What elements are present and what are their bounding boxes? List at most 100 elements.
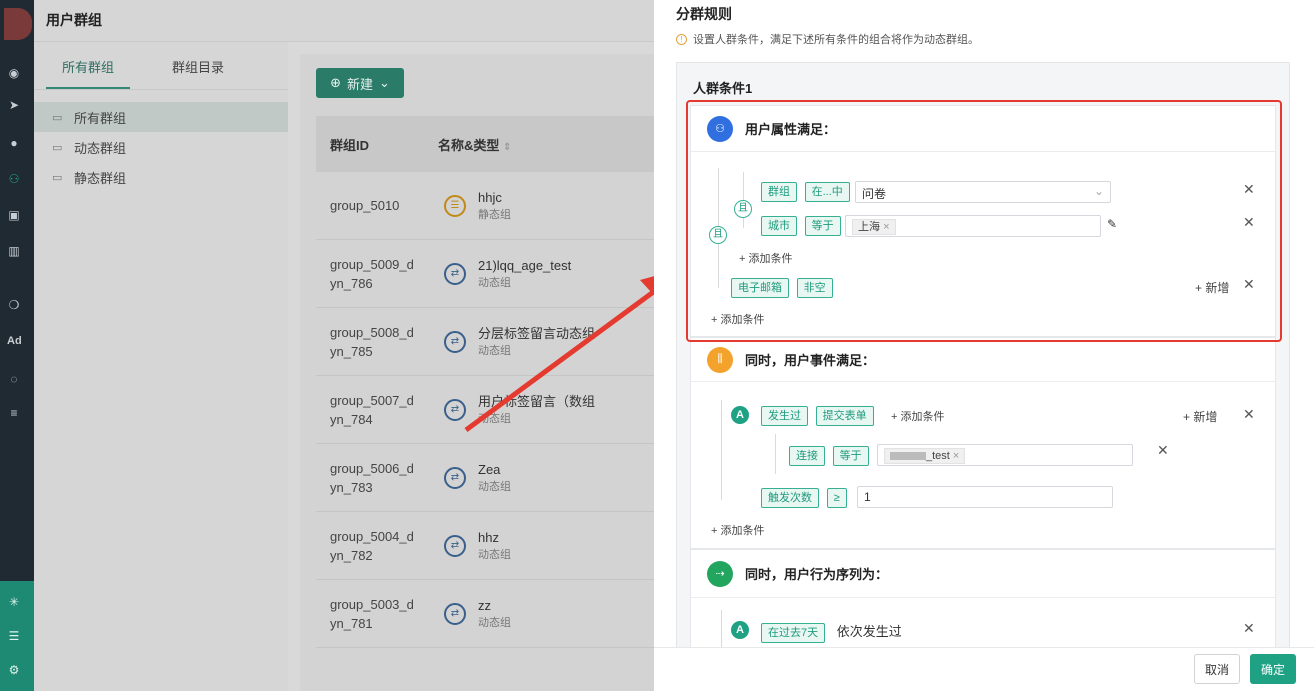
table-row[interactable]: group_5009_d yn_786 ⇄ 21)lqq_age_test 动态组 — [316, 240, 654, 308]
sort-icon[interactable]: ⇕ — [503, 142, 511, 153]
close-icon[interactable]: ✕ — [1157, 442, 1169, 459]
dynamic-group-icon: ⇄ — [444, 534, 466, 557]
users-group-icon[interactable]: ⚇ — [7, 172, 21, 186]
group-name[interactable]: zz — [478, 597, 511, 614]
menu-icon[interactable]: ☰ — [7, 629, 21, 643]
event-connector-line — [721, 400, 722, 500]
chip-label: _test — [926, 450, 950, 462]
close-icon[interactable]: ✕ — [1243, 406, 1255, 423]
group-id-cell: group_5010 — [316, 196, 438, 215]
count-input[interactable]: 1 — [857, 486, 1113, 508]
table-row[interactable]: group_5006_d yn_783 ⇄ Zea 动态组 — [316, 444, 654, 512]
page-title: 用户群组 — [34, 0, 654, 42]
name-type-cell: hhjc 静态组 — [478, 189, 511, 222]
chip-close-icon[interactable]: × — [953, 450, 959, 462]
block-title: 同时，用户事件满足： — [745, 353, 876, 368]
sequence-icon: ⇢ — [707, 560, 733, 587]
group-name[interactable]: hhjc — [478, 189, 511, 206]
chat-icon[interactable]: ❍ — [7, 298, 21, 312]
new-button[interactable]: ⊕ 新建 ⌄ — [316, 68, 404, 98]
col-name-type[interactable]: 名称&类型 ⇕ — [438, 135, 511, 154]
tree-label: 所有群组 — [74, 110, 127, 126]
group-tabs: 所有群组 群组目录 — [34, 42, 288, 90]
settings-cluster-icon[interactable]: ✳ — [7, 595, 21, 609]
cancel-button[interactable]: 取消 — [1194, 654, 1240, 684]
operator-tag[interactable]: 等于 — [832, 446, 869, 466]
value-multiselect[interactable]: _test × — [877, 444, 1133, 466]
sequence-text: 依次发生过 — [836, 624, 902, 639]
user-icon[interactable]: ● — [7, 136, 21, 150]
add-new-link[interactable]: + 新增 — [1183, 408, 1217, 425]
group-name[interactable]: 分层标签留言动态组 — [478, 325, 595, 342]
dynamic-group-icon: ⇄ — [444, 262, 466, 285]
tab-group-directory[interactable]: 群组目录 — [156, 42, 240, 89]
table-row[interactable]: group_5007_d yn_784 ⇄ 用户标签留言（数组 动态组 — [316, 376, 654, 444]
group-type: 动态组 — [478, 277, 511, 289]
tree-item-all[interactable]: ▭ 所有群组 — [34, 102, 288, 132]
tree-item-static[interactable]: ▭ 静态群组 — [34, 162, 288, 192]
user-event-block: ⫼ 同时，用户事件满足： A 发生过 提交表单 + 添加条件 + 新增 ✕ 连接… — [690, 337, 1276, 549]
group-id-cell: group_5008_d yn_785 — [316, 323, 438, 361]
group-name[interactable]: Zea — [478, 461, 511, 478]
group-id-line2: yn_783 — [330, 479, 373, 495]
static-group-icon: ☰ — [444, 194, 466, 217]
table-row[interactable]: group_5004_d yn_782 ⇄ hhz 动态组 — [316, 512, 654, 580]
sub-condition-row: 连接 等于 — [789, 446, 869, 466]
chevron-down-icon: ⌄ — [379, 75, 390, 90]
field-tag[interactable]: 触发次数 — [761, 488, 819, 508]
folder-icon: ▭ — [52, 171, 63, 184]
col-group-id: 群组ID — [330, 137, 370, 153]
dashboard-icon[interactable]: ◉ — [7, 66, 21, 80]
gear-icon[interactable]: ⚙ — [7, 663, 21, 677]
table-row[interactable]: group_5010 ☰ hhjc 静态组 — [316, 172, 654, 240]
value-chip: _test × — [884, 448, 966, 464]
sequence-letter-badge: A — [731, 621, 749, 639]
ad-icon[interactable]: Ad — [7, 334, 22, 348]
group-type: 静态组 — [478, 209, 511, 221]
table-body: group_5010 ☰ hhjc 静态组 group_5009_d yn_786 ⇄ 21)… — [316, 172, 654, 648]
event-op-tag[interactable]: 发生过 — [761, 406, 808, 426]
add-condition-link[interactable]: + 添加条件 — [891, 408, 944, 424]
count-row: 触发次数 ≥ — [761, 488, 847, 508]
event-row: 发生过 提交表单 — [761, 406, 874, 426]
group-id-cell: group_5003_d yn_781 — [316, 595, 438, 633]
group-id-line1: group_5006_d — [330, 460, 414, 476]
group-type: 动态组 — [478, 413, 511, 425]
group-tree: ▭ 所有群组 ▭ 动态群组 ▭ 静态群组 — [34, 90, 288, 192]
count-value: 1 — [864, 490, 871, 504]
operator-tag[interactable]: ≥ — [826, 488, 847, 508]
hint-text: ! 设置人群条件，满足下述所有条件的组合将作为动态群组。 — [676, 31, 979, 47]
bookmark-icon[interactable]: ▣ — [7, 208, 21, 222]
group-id-line2: yn_784 — [330, 411, 373, 427]
group-id-line1: group_5003_d — [330, 596, 414, 612]
confirm-button[interactable]: 确定 — [1250, 654, 1296, 684]
group-type: 动态组 — [478, 345, 511, 357]
period-tag[interactable]: 在过去7天 — [761, 623, 826, 643]
list-icon[interactable]: ≡ — [7, 406, 21, 420]
tree-label: 动态群组 — [74, 140, 127, 156]
app-logo — [4, 8, 32, 40]
name-type-cell: 21)lqq_age_test 动态组 — [478, 257, 571, 290]
field-tag[interactable]: 连接 — [789, 446, 825, 466]
bar-chart-icon[interactable]: ▥ — [7, 244, 21, 258]
folder-icon: ▭ — [52, 111, 63, 124]
tree-item-dynamic[interactable]: ▭ 动态群组 — [34, 132, 288, 162]
dynamic-group-icon: ⇄ — [444, 466, 466, 489]
group-id-line2: yn_782 — [330, 547, 373, 563]
circle-icon[interactable]: ◌ — [7, 372, 21, 386]
group-name[interactable]: 21)lqq_age_test — [478, 257, 571, 274]
group-id-line1: group_5010 — [330, 198, 400, 213]
table-row[interactable]: group_5003_d yn_781 ⇄ zz 动态组 — [316, 580, 654, 648]
info-icon: ! — [676, 33, 687, 45]
dynamic-group-icon: ⇄ — [444, 602, 466, 625]
dynamic-group-icon: ⇄ — [444, 330, 466, 353]
event-name-tag[interactable]: 提交表单 — [815, 406, 874, 426]
close-icon[interactable]: ✕ — [1243, 620, 1255, 637]
send-icon[interactable]: ➤ — [7, 98, 21, 112]
add-condition-link[interactable]: + 添加条件 — [711, 522, 764, 538]
tab-all-groups[interactable]: 所有群组 — [46, 42, 130, 89]
sequence-row: 在过去7天 依次发生过 — [761, 621, 902, 643]
group-name[interactable]: 用户标签留言（数组 — [478, 393, 595, 410]
group-name[interactable]: hhz — [478, 529, 511, 546]
table-row[interactable]: group_5008_d yn_785 ⇄ 分层标签留言动态组动态组 — [316, 308, 654, 376]
